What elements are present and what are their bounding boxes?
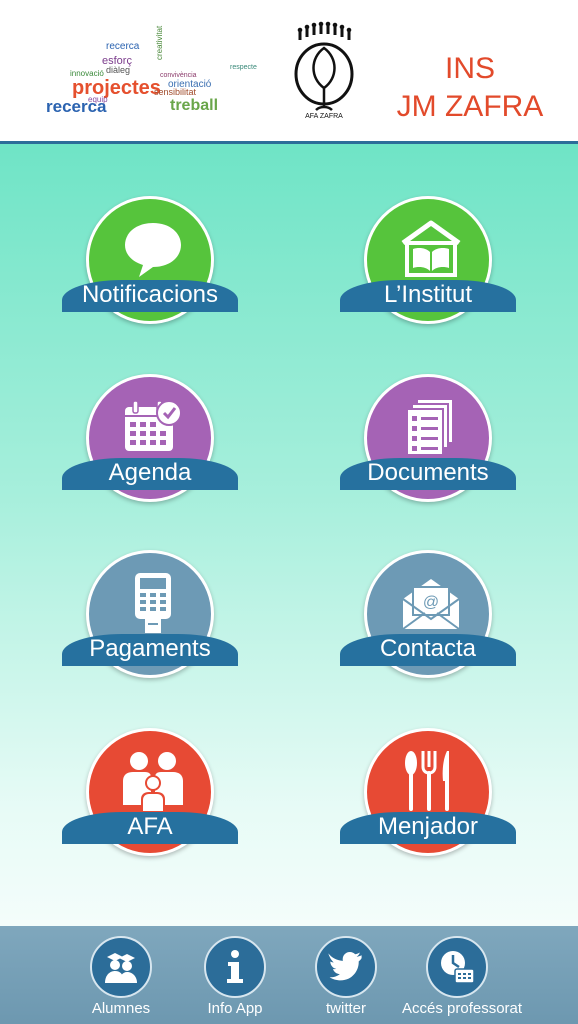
notificacions-button[interactable]: Notificacions [62, 196, 238, 326]
wordcloud-word: diàleg [106, 65, 131, 75]
info-app-label: Info App [207, 1000, 263, 1017]
documents-label: Documents [367, 459, 489, 486]
school-name-line2: JM ZAFRA [396, 90, 544, 123]
contacta-label: Contacta [379, 635, 477, 662]
agenda-button[interactable]: Agenda [62, 374, 238, 504]
documents-button[interactable]: Documents [340, 374, 516, 504]
twitter-bird-icon [328, 952, 362, 981]
alumnes-icon-circle [90, 936, 152, 998]
svg-text:@: @ [423, 594, 439, 611]
contacta-button[interactable]: @ Contacta [340, 550, 516, 680]
twitter-label: twitter [325, 1000, 366, 1017]
acces-professorat-button[interactable]: Accés professorat [402, 936, 523, 1024]
info-app-button[interactable]: Info App [180, 936, 290, 1024]
documents-icon [406, 398, 454, 456]
info-app-icon-circle [204, 936, 266, 998]
agenda-label: Agenda [108, 459, 192, 486]
students-icon [105, 953, 137, 983]
family-icon [123, 752, 183, 811]
school-name: INS JM ZAFRA [370, 50, 570, 126]
acces-professorat-icon-circle [426, 936, 488, 998]
menjador-button[interactable]: Menjador [340, 728, 516, 858]
wordcloud-word: innovació [70, 69, 104, 78]
calendar-icon [125, 400, 182, 451]
envelope-icon: @ [402, 579, 460, 630]
wordcloud-word: respecte [230, 64, 257, 71]
notificacions-label: Notificacions [81, 281, 219, 308]
acces-professorat-label: Accés professorat [402, 1000, 523, 1017]
cutlery-icon [405, 751, 449, 811]
menjador-label: Menjador [377, 813, 479, 840]
wordcloud-word: convivència [160, 72, 197, 79]
afa-label: AFA [127, 813, 173, 840]
values-wordcloud-logo: recerca esforç projectes innovació equip… [30, 18, 258, 124]
svg-text:AFA ZAFRA: AFA ZAFRA [305, 113, 343, 120]
afa-button[interactable]: AFA [62, 728, 238, 858]
app-header: recerca esforç projectes innovació equip… [0, 0, 578, 144]
afa-zafra-logo: AFA ZAFRA [294, 21, 354, 120]
bottom-bar: Alumnes Info App twitter Accés professor… [0, 926, 578, 1024]
wordcloud-word: treball [170, 97, 219, 114]
wordcloud-word: projectes [72, 77, 161, 99]
institut-label: L’Institut [383, 281, 473, 308]
school-book-icon [401, 220, 461, 277]
info-icon [227, 950, 243, 983]
main-menu: Notificacions L’Institut Agenda Document… [0, 144, 578, 926]
twitter-icon-circle [315, 936, 377, 998]
wordcloud-word: orientació [168, 79, 212, 90]
teacher-access-icon [441, 951, 475, 984]
institut-button[interactable]: L’Institut [340, 196, 516, 326]
school-name-line1: INS [444, 52, 495, 85]
speech-bubble-icon [125, 223, 181, 277]
alumnes-label: Alumnes [91, 1000, 151, 1017]
pagaments-label: Pagaments [89, 635, 211, 662]
alumnes-button[interactable]: Alumnes [66, 936, 176, 1024]
wordcloud-word: creativitat [155, 25, 164, 60]
payment-terminal-icon [135, 573, 171, 633]
wordcloud-word: recerca [46, 97, 107, 116]
twitter-button[interactable]: twitter [291, 936, 401, 1024]
wordcloud-word: recerca [106, 41, 140, 52]
pagaments-button[interactable]: Pagaments [62, 550, 238, 680]
